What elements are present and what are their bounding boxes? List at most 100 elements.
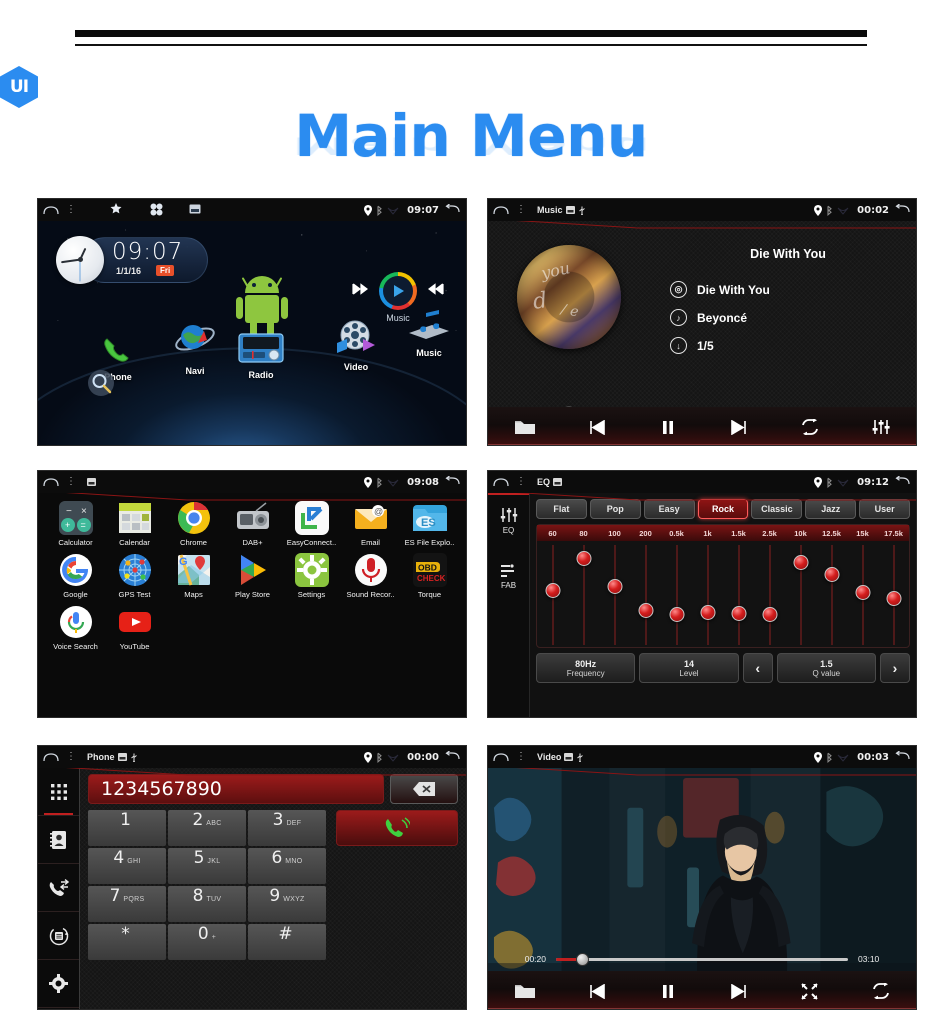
app-maps[interactable]: G Maps	[164, 553, 223, 599]
home-icon[interactable]	[488, 205, 514, 215]
app-voice-search[interactable]: Voice Search	[46, 605, 105, 651]
eq-preset-jazz[interactable]: Jazz	[805, 499, 857, 519]
eq-slider-1.5k[interactable]	[723, 541, 754, 649]
dial-key-1[interactable]: 1	[88, 810, 166, 846]
eq-slider-thumb[interactable]	[607, 579, 622, 594]
dial-key-4[interactable]: 4 GHI	[88, 848, 166, 884]
eq-slider-thumb[interactable]	[700, 605, 715, 620]
overflow-menu-icon[interactable]: ⋮	[514, 205, 528, 215]
previous-icon[interactable]	[562, 419, 633, 435]
eq-level-field[interactable]: 14 Level	[639, 653, 739, 683]
screen-home[interactable]: ⋮ 09:07 09:07 1/1/16 Fri Music Phone Nav…	[37, 198, 467, 446]
eq-slider-60[interactable]	[537, 541, 568, 649]
video-seek-bar[interactable]	[556, 952, 848, 966]
app-calendar[interactable]: Calendar	[105, 501, 164, 547]
dial-key-*[interactable]: *	[88, 924, 166, 960]
repeat-icon[interactable]	[774, 419, 845, 435]
shortcut-music[interactable]: Music	[398, 307, 460, 358]
sidebar-item-call-log[interactable]	[38, 864, 79, 912]
next-icon[interactable]	[427, 282, 445, 300]
overflow-menu-icon[interactable]: ⋮	[514, 752, 528, 762]
shortcut-video[interactable]: Video	[326, 319, 386, 372]
eq-slider-thumb[interactable]	[762, 607, 777, 622]
app-calculator[interactable]: − × + = Calculator	[46, 501, 105, 547]
prev-icon[interactable]	[351, 282, 369, 300]
app-dab[interactable]: DAB+	[223, 501, 282, 547]
app-torque[interactable]: OBD CHECK Torque	[400, 553, 459, 599]
equalizer-icon[interactable]	[845, 419, 916, 435]
dial-key-#[interactable]: #	[248, 924, 326, 960]
eq-qvalue-field[interactable]: 1.5 Q value	[776, 653, 876, 683]
eq-slider-thumb[interactable]	[793, 555, 808, 570]
app-chrome[interactable]: Chrome	[164, 501, 223, 547]
eq-slider-thumb[interactable]	[824, 567, 839, 582]
eq-preset-rock[interactable]: Rock	[697, 499, 749, 519]
eq-slider-thumb[interactable]	[638, 603, 653, 618]
eq-slider-12.5k[interactable]	[816, 541, 847, 649]
shortcut-search[interactable]	[80, 369, 122, 402]
eq-preset-flat[interactable]: Flat	[536, 499, 587, 519]
eq-slider-thumb[interactable]	[731, 606, 746, 621]
app-gps-test[interactable]: GPS Test	[105, 553, 164, 599]
eq-slider-2.5k[interactable]	[754, 541, 785, 649]
eq-preset-easy[interactable]: Easy	[643, 499, 695, 519]
back-icon[interactable]	[445, 203, 460, 216]
favorites-icon[interactable]	[110, 203, 124, 217]
eq-slider-thumb[interactable]	[886, 591, 901, 606]
sidebar-item-dialpad[interactable]	[38, 768, 79, 816]
shortcut-radio[interactable]: Radio	[231, 331, 291, 380]
app-easyconnect[interactable]: EasyConnect..	[282, 501, 341, 547]
back-icon[interactable]	[445, 475, 460, 488]
media-icon[interactable]	[189, 204, 201, 216]
overflow-menu-icon[interactable]: ⋮	[64, 752, 78, 762]
dial-key-9[interactable]: 9 WXYZ	[248, 886, 326, 922]
back-icon[interactable]	[895, 203, 910, 216]
eq-slider-thumb[interactable]	[576, 551, 591, 566]
fullscreen-icon[interactable]	[774, 982, 845, 1000]
dial-key-8[interactable]: 8 TUV	[168, 886, 246, 922]
home-icon[interactable]	[38, 752, 64, 762]
eq-slider-80[interactable]	[568, 541, 599, 649]
pause-icon[interactable]	[633, 420, 704, 435]
home-icon[interactable]	[38, 477, 64, 487]
previous-icon[interactable]	[562, 983, 633, 999]
home-icon[interactable]	[488, 477, 514, 487]
home-icon[interactable]	[488, 752, 514, 762]
screen-music[interactable]: ⋮ Music 00:02 you d / e Die With You ◎ D…	[487, 198, 917, 446]
eq-slider-17.5k[interactable]	[878, 541, 909, 649]
eq-slider-10k[interactable]	[785, 541, 816, 649]
dial-key-0[interactable]: 0 +	[168, 924, 246, 960]
app-email[interactable]: @ Email	[341, 501, 400, 547]
sidebar-item-settings[interactable]	[38, 960, 79, 1008]
phone-number-input[interactable]: 1234567890	[88, 774, 384, 804]
backspace-button[interactable]	[390, 774, 458, 804]
app-google[interactable]: Google	[46, 553, 105, 599]
screen-eq[interactable]: ⋮ EQ 09:12 EQ FAB Flat Pop Easy Rock Cla…	[487, 470, 917, 718]
dial-key-7[interactable]: 7 PQRS	[88, 886, 166, 922]
play-icon[interactable]	[379, 272, 417, 310]
next-icon[interactable]	[704, 983, 775, 999]
overflow-menu-icon[interactable]: ⋮	[64, 477, 78, 487]
eq-slider-1k[interactable]	[692, 541, 723, 649]
app-es-file-explorer[interactable]: ES ES File Explo..	[400, 501, 459, 547]
screen-video[interactable]: ⋮ Video 00:03 00:20 03:10	[487, 745, 917, 1010]
eq-slider-0.5k[interactable]	[661, 541, 692, 649]
eq-preset-pop[interactable]: Pop	[589, 499, 641, 519]
eq-prev-button[interactable]: ‹	[742, 653, 773, 683]
eq-slider-15k[interactable]	[847, 541, 878, 649]
home-icon[interactable]	[38, 205, 64, 215]
eq-preset-classic[interactable]: Classic	[751, 499, 803, 519]
dial-key-5[interactable]: 5 JKL	[168, 848, 246, 884]
eq-slider-thumb[interactable]	[545, 583, 560, 598]
eq-frequency-field[interactable]: 80Hz Frequency	[536, 653, 636, 683]
next-icon[interactable]	[704, 419, 775, 435]
sidebar-item-eq[interactable]: EQ	[488, 493, 529, 549]
repeat-icon[interactable]	[845, 983, 916, 999]
eq-next-button[interactable]: ›	[879, 653, 910, 683]
app-youtube[interactable]: YouTube	[105, 605, 164, 651]
dial-key-6[interactable]: 6 MNO	[248, 848, 326, 884]
overflow-menu-icon[interactable]: ⋮	[514, 477, 528, 487]
eq-preset-user[interactable]: User	[859, 499, 911, 519]
folder-icon[interactable]	[488, 983, 562, 1000]
sidebar-item-sync-contacts[interactable]	[38, 912, 79, 960]
